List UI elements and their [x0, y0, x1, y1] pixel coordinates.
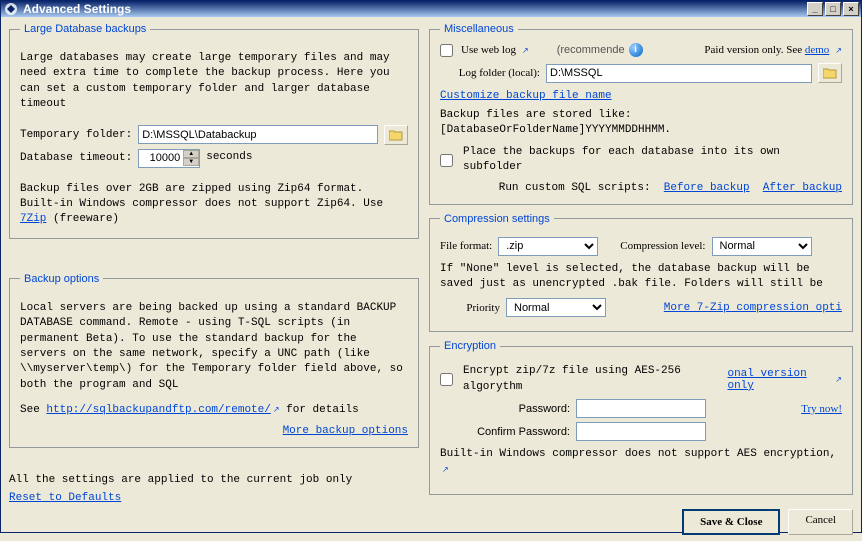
save-close-button[interactable]: Save & Close — [682, 509, 780, 535]
zip64-note: Backup files over 2GB are zipped using Z… — [20, 182, 408, 228]
log-folder-label: Log folder (local): — [440, 67, 540, 79]
password-label: Password: — [440, 403, 570, 415]
advanced-settings-window: Advanced Settings _ □ × Large Database b… — [0, 0, 862, 533]
backup-options-legend: Backup options — [20, 273, 103, 285]
external-icon: ↗ — [442, 466, 449, 475]
large-db-legend: Large Database backups — [20, 23, 150, 35]
backup-options-group: Backup options Local servers are being b… — [9, 273, 419, 449]
after-backup-link[interactable]: After backup — [763, 182, 842, 194]
aes-note: Built-in Windows compressor does not sup… — [440, 447, 842, 478]
file-format-select[interactable]: .zip — [498, 237, 598, 256]
compression-level-select[interactable]: Normal — [712, 237, 812, 256]
priority-label: Priority — [440, 302, 500, 314]
spinner-down[interactable]: ▼ — [183, 158, 199, 166]
misc-group: Miscellaneous Use web log↗ (recommendei … — [429, 23, 853, 205]
db-timeout-label: Database timeout: — [20, 152, 132, 164]
compression-legend: Compression settings — [440, 213, 554, 225]
customize-filename-link[interactable]: Customize backup file name — [440, 90, 612, 102]
compression-level-label: Compression level: — [620, 240, 705, 252]
window-title: Advanced Settings — [23, 2, 131, 16]
more-backup-options-link[interactable]: More backup options — [283, 425, 408, 437]
stored-like-note: Backup files are stored like: [DatabaseO… — [440, 108, 842, 139]
encrypt-checkbox[interactable] — [440, 373, 453, 386]
folder-icon — [823, 67, 837, 79]
7zip-link[interactable]: 7Zip — [20, 213, 46, 225]
encryption-legend: Encryption — [440, 340, 500, 352]
file-format-label: File format: — [440, 240, 492, 252]
run-custom-label: Run custom SQL scripts: — [499, 182, 651, 194]
use-web-log-label: Use web log — [461, 44, 516, 56]
applied-note: All the settings are applied to the curr… — [9, 474, 419, 486]
misc-legend: Miscellaneous — [440, 23, 518, 35]
encryption-group: Encryption Encrypt zip/7z file using AES… — [429, 340, 853, 495]
password-input[interactable] — [576, 399, 706, 418]
db-timeout-spinner[interactable]: ▲▼ — [138, 149, 200, 168]
log-folder-input[interactable] — [546, 64, 812, 83]
priority-select[interactable]: Normal — [506, 298, 606, 317]
subfolder-checkbox[interactable] — [440, 154, 453, 167]
folder-icon — [389, 129, 403, 141]
confirm-password-label: Confirm Password: — [440, 426, 570, 438]
none-level-note: If "None" level is selected, the databas… — [440, 262, 842, 293]
close-button[interactable]: × — [843, 2, 859, 16]
reset-defaults-link[interactable]: Reset to Defaults — [9, 492, 121, 504]
subfolder-label: Place the backups for each database into… — [463, 145, 842, 176]
onal-version-link[interactable]: onal version only — [727, 368, 827, 392]
titlebar: Advanced Settings _ □ × — [1, 1, 861, 17]
try-now-link[interactable]: Try now! — [801, 403, 842, 415]
app-icon — [3, 1, 19, 17]
temp-folder-input[interactable] — [138, 125, 378, 144]
paid-only-label: Paid version only. See demo — [704, 44, 829, 56]
confirm-password-input[interactable] — [576, 422, 706, 441]
external-icon: ↗ — [835, 375, 842, 384]
external-icon: ↗ — [273, 406, 280, 415]
maximize-button[interactable]: □ — [825, 2, 841, 16]
large-db-group: Large Database backups Large databases m… — [9, 23, 419, 239]
external-icon: ↗ — [522, 46, 529, 55]
use-web-log-checkbox[interactable] — [440, 44, 453, 57]
recommended-label: (recommende — [557, 44, 625, 56]
demo-link[interactable]: demo — [805, 44, 829, 56]
cancel-button[interactable]: Cancel — [788, 509, 853, 535]
temp-folder-label: Temporary folder: — [20, 129, 132, 141]
temp-folder-browse-button[interactable] — [384, 125, 408, 145]
before-backup-link[interactable]: Before backup — [664, 182, 750, 194]
minimize-button[interactable]: _ — [807, 2, 823, 16]
db-timeout-input[interactable] — [139, 150, 183, 167]
remote-url-link[interactable]: http://sqlbackupandftp.com/remote/ — [46, 404, 270, 416]
backup-options-see: See http://sqlbackupandftp.com/remote/↗ … — [20, 403, 408, 418]
spinner-up[interactable]: ▲ — [183, 150, 199, 158]
log-folder-browse-button[interactable] — [818, 63, 842, 83]
external-icon: ↗ — [835, 46, 842, 55]
seconds-label: seconds — [206, 150, 252, 165]
backup-options-desc: Local servers are being backed up using … — [20, 301, 408, 393]
large-db-desc: Large databases may create large tempora… — [20, 51, 408, 113]
encrypt-label: Encrypt zip/7z file using AES-256 algory… — [463, 364, 715, 395]
info-icon: i — [629, 43, 643, 57]
more-7zip-link[interactable]: More 7-Zip compression opti — [664, 302, 842, 314]
compression-group: Compression settings File format: .zip C… — [429, 213, 853, 333]
